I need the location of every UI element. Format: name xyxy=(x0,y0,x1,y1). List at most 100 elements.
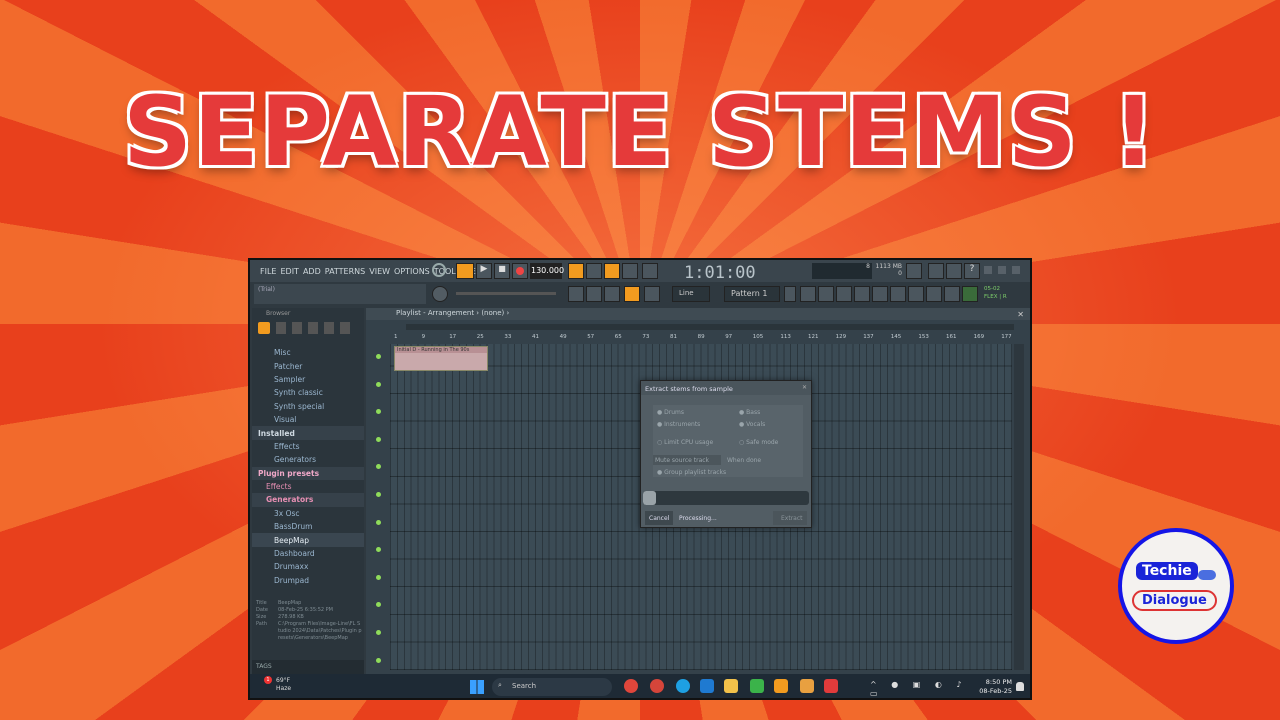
option-drums[interactable]: ● Drums xyxy=(657,409,684,416)
bar-ruler[interactable]: 1 9 17 25 33 41 49 57 65 73 81 89 97 105 113 121 129 137 1… xyxy=(390,334,1012,344)
microphone-icon[interactable] xyxy=(946,263,962,279)
start-icon[interactable] xyxy=(470,680,484,694)
shop-icon[interactable] xyxy=(962,286,978,302)
track-mute-led[interactable] xyxy=(376,464,381,470)
record-button[interactable] xyxy=(512,263,528,279)
track-mute-led[interactable] xyxy=(376,547,381,553)
tray-icons[interactable]: ^ ● ▣ ◐ ♪ ▭ xyxy=(870,680,970,698)
track-mute-led[interactable] xyxy=(376,602,381,608)
clock[interactable]: 8:50 PM 08-Feb-25 xyxy=(976,678,1012,696)
browser-plugins-tab[interactable] xyxy=(292,322,302,334)
play-button[interactable]: ▶ xyxy=(476,263,492,279)
chrome-icon[interactable] xyxy=(624,679,638,693)
scissors-icon[interactable] xyxy=(928,263,944,279)
blend-notes-button[interactable] xyxy=(622,263,638,279)
browser-item[interactable]: Drumpad xyxy=(252,574,364,587)
help-icon[interactable]: ? xyxy=(964,263,980,279)
browser-files-tab[interactable] xyxy=(276,322,286,334)
playlist-scrollbar[interactable] xyxy=(406,324,1014,330)
channel-rack-button[interactable] xyxy=(586,286,602,302)
browser-item[interactable]: Drumaxx xyxy=(252,560,364,573)
audio-clip[interactable]: Initial D - Running in The 90s xyxy=(394,346,488,371)
notification-bell-icon[interactable] xyxy=(1016,682,1024,691)
browser-item[interactable]: Sampler xyxy=(252,373,364,386)
option-bass[interactable]: ● Bass xyxy=(739,409,760,416)
close-button[interactable] xyxy=(1012,266,1020,274)
minimize-button[interactable] xyxy=(984,266,992,274)
track-mute-led[interactable] xyxy=(376,630,381,635)
flex-panel[interactable]: 05-02 FLEX | R xyxy=(984,285,1028,303)
main-pitch-slider[interactable] xyxy=(456,292,556,295)
edison-icon[interactable] xyxy=(944,286,960,302)
track-mute-led[interactable] xyxy=(376,492,381,497)
pattern-song-toggle[interactable] xyxy=(432,263,446,277)
browser-item[interactable]: Synth special xyxy=(252,400,364,413)
chrome-beta-icon[interactable] xyxy=(650,679,664,693)
browser-all-tab[interactable] xyxy=(258,322,270,334)
stamp-icon[interactable] xyxy=(644,286,660,302)
tags-bar[interactable]: TAGS xyxy=(252,660,364,674)
browser-item[interactable]: Effects xyxy=(252,480,364,493)
browser-item[interactable]: Effects xyxy=(252,440,364,453)
loop-record-button[interactable] xyxy=(642,263,658,279)
option-vocals[interactable]: ● Vocals xyxy=(739,421,765,428)
online-icon[interactable] xyxy=(906,263,922,279)
track-mute-led[interactable] xyxy=(376,519,381,525)
pattern-selector[interactable]: Pattern 1 xyxy=(724,286,780,302)
piano-roll-button[interactable] xyxy=(604,286,620,302)
browser-item[interactable]: Misc xyxy=(252,346,364,359)
fl-studio-icon[interactable] xyxy=(774,679,788,693)
browser-item[interactable]: 3x Osc xyxy=(252,507,364,520)
search-box[interactable]: ⌕ Search xyxy=(492,678,612,696)
browser-item[interactable]: BassDrum xyxy=(252,520,364,533)
browser-item[interactable]: Generators xyxy=(252,493,364,507)
option-safe-mode[interactable]: ○ Safe mode xyxy=(739,439,778,446)
option-limit-cpu[interactable]: ○ Limit CPU usage xyxy=(657,439,713,446)
maximize-button[interactable] xyxy=(998,266,1006,274)
mixer-view-icon[interactable] xyxy=(836,286,852,302)
main-volume-knob[interactable] xyxy=(432,286,448,302)
browser-project-tab[interactable] xyxy=(308,322,318,334)
browser-item[interactable]: Dashboard xyxy=(252,547,364,560)
plugin-view-icon[interactable] xyxy=(872,286,888,302)
extract-button[interactable]: Extract xyxy=(773,511,807,525)
tempo-display[interactable]: 130.000 xyxy=(530,263,564,279)
menu-options[interactable]: OPTIONS xyxy=(392,267,432,276)
media-player-icon[interactable] xyxy=(800,679,814,693)
link-icon[interactable] xyxy=(624,286,640,302)
tool-view-icon[interactable] xyxy=(908,286,924,302)
mixer-button[interactable] xyxy=(568,286,584,302)
browser-favorites-tab[interactable] xyxy=(340,322,350,334)
browser-view-icon[interactable] xyxy=(854,286,870,302)
vertical-scrollbar[interactable] xyxy=(1014,344,1024,670)
track-mute-led[interactable] xyxy=(376,574,381,580)
track-mute-led[interactable] xyxy=(376,657,381,663)
stop-button[interactable]: ■ xyxy=(494,263,510,279)
browser-item[interactable]: BeepMap xyxy=(252,533,364,547)
browser-item[interactable]: Generators xyxy=(252,453,364,466)
browser-item[interactable]: Patcher xyxy=(252,359,364,372)
wait-input-button[interactable] xyxy=(586,263,602,279)
add-pattern-button[interactable] xyxy=(784,286,796,302)
channel-view-icon[interactable] xyxy=(818,286,834,302)
menu-patterns[interactable]: PATTERNS xyxy=(323,267,367,276)
track-mute-led[interactable] xyxy=(376,409,381,415)
menu-view[interactable]: VIEW xyxy=(367,267,392,276)
track-mute-led[interactable] xyxy=(376,354,381,359)
browser-item[interactable]: Installed xyxy=(252,426,364,440)
render-view-icon[interactable] xyxy=(926,286,942,302)
track-mute-led[interactable] xyxy=(376,381,381,387)
track-mute-led[interactable] xyxy=(376,436,381,442)
playlist-view-icon[interactable] xyxy=(800,286,816,302)
countdown-button[interactable] xyxy=(604,263,620,279)
option-group-tracks[interactable]: ● Group playlist tracks xyxy=(657,469,726,476)
browser-item[interactable]: Synth classic xyxy=(252,386,364,399)
weather-widget[interactable]: 1 69°F Haze xyxy=(258,676,291,693)
skype-icon[interactable] xyxy=(676,679,690,693)
cancel-button[interactable]: Cancel xyxy=(645,511,673,525)
file-explorer-icon[interactable] xyxy=(724,679,738,693)
metronome-button[interactable] xyxy=(568,263,584,279)
menu-add[interactable]: ADD xyxy=(301,267,323,276)
snap-selector[interactable]: Line xyxy=(672,286,710,302)
browser-item[interactable]: Plugin presets xyxy=(252,466,364,480)
